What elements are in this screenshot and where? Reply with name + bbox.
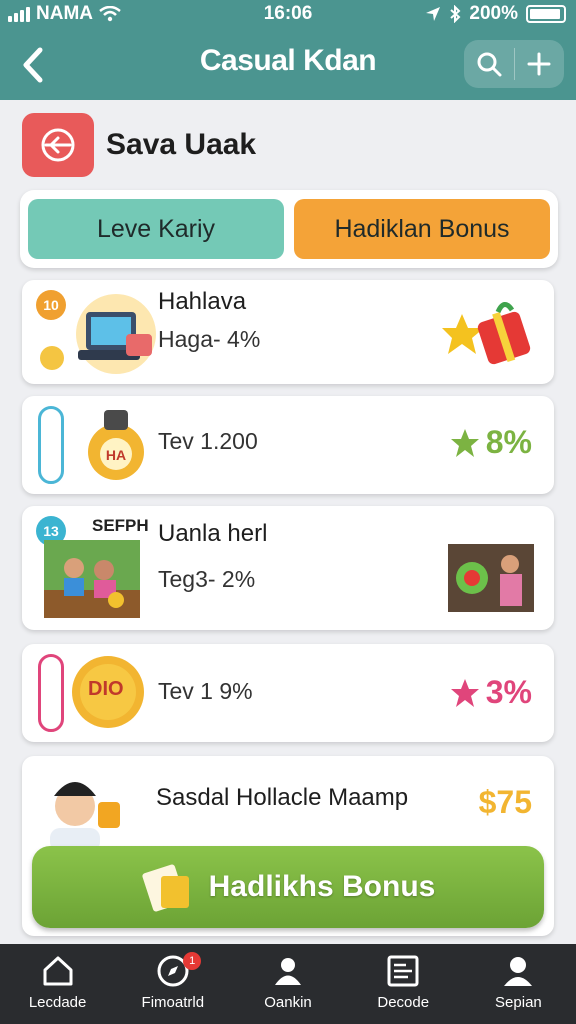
item-dot <box>40 346 64 370</box>
computer-icon <box>76 294 156 374</box>
app-header: NAMA 16:06 200% Casual Kdan <box>0 0 576 100</box>
item-title: Uanla herl <box>158 520 268 547</box>
plus-icon <box>527 52 551 76</box>
section-title: Sava Uaak <box>106 128 257 161</box>
nav-label: Sepian <box>495 994 542 1011</box>
section-header: Sava Uaak <box>22 113 256 177</box>
search-icon <box>477 52 502 77</box>
add-button[interactable] <box>515 40 565 88</box>
battery-percent: 200% <box>469 3 518 24</box>
item-tag: SEFPH <box>92 516 149 535</box>
list-item[interactable]: HA Tev 1.200 8% <box>22 396 554 494</box>
item-stat: $75 <box>478 784 532 820</box>
list-item[interactable]: 13 SEFPH Uanla herl Teg3- 2% <box>22 506 554 630</box>
star-icon <box>450 428 479 457</box>
item-subtitle: Teg3- 2% <box>158 566 256 592</box>
nav-label: Lecdade <box>28 994 87 1011</box>
nav-label: Oankin <box>264 994 312 1011</box>
section-icon-badge <box>22 113 94 177</box>
nav-item-oankin[interactable]: Oankin <box>230 944 345 1024</box>
item-subtitle: Tev 1.200 <box>158 428 258 454</box>
item-stat: 8% <box>450 424 532 461</box>
tab-bar: Leve Kariy Hadiklan Bonus <box>20 190 558 268</box>
item-stat: 3% <box>450 674 532 711</box>
tab-hadiklan-bonus[interactable]: Hadiklan Bonus <box>294 199 550 259</box>
nav-item-sepian[interactable]: Sepian <box>461 944 576 1024</box>
group-icon <box>275 958 301 985</box>
item-badge: 10 <box>36 290 66 320</box>
nav-item-decode[interactable]: Decode <box>346 944 461 1024</box>
nav-label: Fimoatrld <box>141 994 205 1011</box>
item-title: Hahlava <box>158 288 247 315</box>
item-side-tag <box>38 654 64 732</box>
list-item[interactable]: DIO Tev 1 9% 3% <box>22 644 554 742</box>
cta-label: Hadlikhs Bonus <box>208 870 436 903</box>
search-button[interactable] <box>464 40 514 88</box>
item-title: Sasdal Hollacle Maamp <box>156 784 409 811</box>
robot-icon: HA <box>88 410 144 480</box>
bottom-navigation: Lecdade 1 Fimoatrld Oankin Decode Sepian <box>0 944 576 1024</box>
nav-item-fimoatrld[interactable]: 1 Fimoatrld <box>115 944 230 1024</box>
gift-icon <box>442 302 531 365</box>
bluetooth-icon <box>450 5 461 23</box>
item-subtitle: Tev 1 9% <box>158 678 253 704</box>
coin-label: DIO <box>88 678 124 700</box>
profile-icon <box>504 957 533 986</box>
location-arrow-icon <box>426 7 441 21</box>
battery-icon <box>526 5 566 23</box>
header-actions <box>464 40 564 88</box>
svg-text:HA: HA <box>106 447 126 463</box>
bonus-cta-button[interactable]: Hadlikhs Bonus <box>32 846 544 928</box>
nav-item-lecdade[interactable]: Lecdade <box>0 944 115 1024</box>
photo-thumbnail <box>448 544 534 612</box>
notification-badge: 1 <box>183 952 202 970</box>
item-side-tag <box>38 406 64 484</box>
tab-leve-kariy[interactable]: Leve Kariy <box>28 199 284 259</box>
nav-label: Decode <box>377 994 430 1011</box>
ticket-icon <box>142 864 189 912</box>
item-subtitle: Haga- 4% <box>158 326 261 352</box>
photo-thumbnail <box>44 540 140 618</box>
avatar <box>50 782 120 852</box>
document-icon <box>387 955 419 987</box>
swap-icon <box>41 128 75 162</box>
status-bar: NAMA 16:06 200% <box>0 0 576 30</box>
star-icon <box>450 678 479 707</box>
list-item[interactable]: 10 Hahlava Haga- 4% <box>22 280 554 384</box>
home-icon <box>43 956 73 986</box>
